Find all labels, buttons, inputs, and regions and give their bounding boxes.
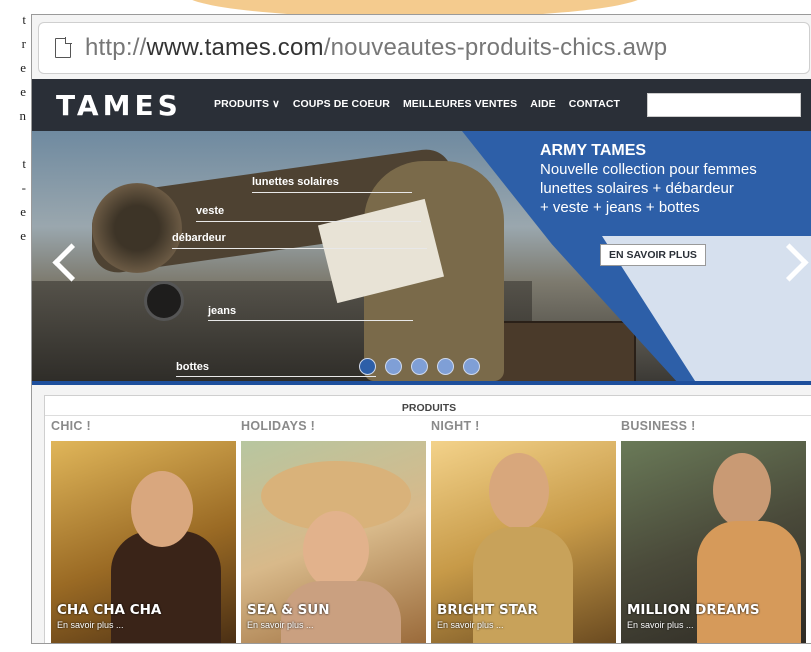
text-fragment: t	[22, 12, 26, 27]
product-card-sea-and-sun[interactable]: SEA & SUN En savoir plus ...	[241, 441, 426, 643]
address-bar[interactable]: http://www.tames.com/nouveautes-produits…	[38, 22, 810, 74]
hero-propeller	[92, 183, 182, 273]
nav-contact[interactable]: CONTACT	[569, 98, 620, 110]
category-heading: CHIC !	[51, 419, 91, 433]
hero-label: lunettes solaires	[252, 176, 339, 188]
slide-dot[interactable]	[437, 358, 454, 375]
search-input[interactable]	[647, 93, 801, 117]
url-text[interactable]: http://www.tames.com/nouveautes-produits…	[85, 34, 667, 62]
hero-label: bottes	[176, 361, 209, 373]
product-name: BRIGHT STAR	[437, 602, 538, 618]
en-savoir-plus-link[interactable]: En savoir plus ...	[437, 620, 504, 630]
hero-line: lunettes solaires + débardeur	[540, 180, 734, 197]
category-heading: BUSINESS !	[621, 419, 696, 433]
hero-label: jeans	[208, 305, 237, 317]
nav-produits[interactable]: PRODUITS ∨	[214, 98, 280, 110]
label-line	[252, 192, 412, 193]
label-line	[208, 320, 413, 321]
model-head	[489, 453, 549, 529]
product-name: CHA CHA CHA	[57, 602, 162, 618]
label-line	[196, 221, 421, 222]
en-savoir-plus-button[interactable]: EN SAVOIR PLUS	[600, 244, 706, 266]
hero-label: veste	[196, 205, 225, 217]
text-fragment: e	[20, 204, 26, 219]
hero-divider	[32, 381, 811, 385]
text-fragment: n	[19, 108, 27, 123]
page-icon	[55, 37, 72, 58]
hero-suitcase	[482, 321, 636, 383]
hero-wheel	[144, 281, 184, 321]
slide-dot[interactable]	[385, 358, 402, 375]
hero-text: ARMY TAMES Nouvelle collection pour femm…	[540, 141, 757, 217]
category-heading: NIGHT !	[431, 419, 480, 433]
url-domain: www.tames.com	[146, 34, 324, 61]
products-title: PRODUITS	[401, 402, 457, 414]
product-name: SEA & SUN	[247, 602, 330, 618]
nav-meilleures-ventes[interactable]: MEILLEURES VENTES	[403, 98, 517, 110]
en-savoir-plus-link[interactable]: En savoir plus ...	[247, 620, 314, 630]
en-savoir-plus-link[interactable]: En savoir plus ...	[627, 620, 694, 630]
slider-prev-icon[interactable]	[52, 243, 91, 282]
product-name: MILLION DREAMS	[627, 602, 760, 618]
text-fragment: e	[20, 228, 26, 243]
hero-slider: ARMY TAMES Nouvelle collection pour femm…	[32, 131, 811, 383]
slider-dots	[359, 358, 480, 375]
model-head	[303, 511, 369, 589]
hero-line: + veste + jeans + bottes	[540, 199, 700, 216]
slide-dot[interactable]	[463, 358, 480, 375]
label-line	[176, 376, 376, 377]
product-card-million-dreams[interactable]: MILLION DREAMS En savoir plus ...	[621, 441, 806, 643]
category-heading: HOLIDAYS !	[241, 419, 316, 433]
divider	[45, 415, 811, 416]
label-line	[172, 248, 427, 249]
main-nav: PRODUITS ∨ COUPS DE COEUR MEILLEURES VEN…	[214, 98, 633, 110]
url-path: /nouveautes-produits-chics.awp	[323, 34, 668, 61]
hero-line: Nouvelle collection pour femmes	[540, 161, 757, 178]
url-prefix: http://	[85, 34, 147, 61]
model-body	[111, 531, 221, 643]
text-fragment: r	[21, 36, 26, 51]
en-savoir-plus-link[interactable]: En savoir plus ...	[57, 620, 124, 630]
product-card-bright-star[interactable]: BRIGHT STAR En savoir plus ...	[431, 441, 616, 643]
slide-dot[interactable]	[359, 358, 376, 375]
text-fragment: t	[22, 156, 26, 171]
nav-coups-de-coeur[interactable]: COUPS DE COEUR	[293, 98, 390, 110]
site-header: TAMES PRODUITS ∨ COUPS DE COEUR MEILLEUR…	[32, 79, 811, 131]
text-fragment: e	[20, 84, 26, 99]
hero-label: débardeur	[172, 232, 226, 244]
site-logo[interactable]: TAMES	[56, 89, 182, 122]
nav-aide[interactable]: AIDE	[530, 98, 556, 110]
products-section: PRODUITS CHIC ! HOLIDAYS ! NIGHT ! BUSIN…	[44, 395, 811, 643]
browser-window: http://www.tames.com/nouveautes-produits…	[31, 14, 811, 644]
model-body	[697, 521, 801, 643]
slide-dot[interactable]	[411, 358, 428, 375]
hero-title: ARMY TAMES	[540, 142, 647, 159]
text-fragment: -	[21, 180, 26, 195]
model-head	[713, 453, 771, 527]
model-head	[131, 471, 193, 547]
product-card-cha-cha-cha[interactable]: CHA CHA CHA En savoir plus ...	[51, 441, 236, 643]
text-fragment: e	[20, 60, 26, 75]
